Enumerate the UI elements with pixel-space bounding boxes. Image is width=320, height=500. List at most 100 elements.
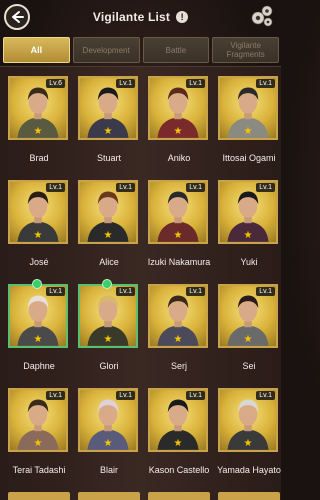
- gem-icon: [102, 279, 112, 289]
- tab-development[interactable]: Development: [72, 37, 140, 63]
- star-icon: ★: [103, 230, 113, 241]
- character-card[interactable]: Lv.1 ★ Yamada Hayato: [216, 384, 281, 488]
- character-card[interactable]: Lv.1 ★ Stuart: [76, 72, 138, 176]
- character-name: Blair: [99, 465, 118, 475]
- character-card[interactable]: Lv.1 ★ Serj: [146, 280, 208, 384]
- character-card[interactable]: Lv.1 ★ José: [6, 176, 68, 280]
- star-icon: ★: [33, 126, 43, 137]
- level-badge: Lv.6: [46, 79, 65, 88]
- character-name: Yamada Hayato: [217, 465, 281, 475]
- character-portrait: Lv.1 ★: [78, 76, 138, 140]
- character-portrait: Lv.1 ★: [148, 180, 208, 244]
- star-icon: ★: [173, 126, 183, 137]
- character-name: Glori: [99, 361, 119, 371]
- header-bar: Vigilante List !: [0, 0, 281, 34]
- star-icon: ★: [103, 126, 113, 137]
- character-card[interactable]: Lv.6 ★ Brad: [6, 72, 68, 176]
- character-name: Yuki: [240, 257, 258, 267]
- character-card[interactable]: Lv.1 ★ Ittosai Ogami: [216, 72, 278, 176]
- level-badge: Lv.1: [186, 79, 205, 88]
- settings-button[interactable]: [249, 3, 275, 29]
- filter-tabs: All Development Battle Vigilante Fragmen…: [3, 37, 279, 63]
- character-name: Alice: [99, 257, 119, 267]
- star-icon: ★: [33, 438, 43, 449]
- character-card[interactable]: Lv.1 ★ Daphne: [6, 279, 68, 384]
- card-peek: [218, 492, 280, 500]
- character-portrait: Lv.1 ★: [218, 284, 278, 348]
- card-peek: [78, 492, 140, 500]
- card-peek: [8, 492, 70, 500]
- character-card[interactable]: Lv.1 ★ Yuki: [216, 176, 278, 280]
- card-peek: [148, 492, 210, 500]
- character-name: Terai Tadashi: [12, 465, 66, 475]
- level-badge: Lv.1: [186, 183, 205, 192]
- next-row-peek: [0, 492, 281, 500]
- character-portrait: Lv.1 ★: [148, 388, 208, 452]
- level-badge: Lv.1: [116, 391, 135, 400]
- character-portrait: Lv.1 ★: [78, 388, 138, 452]
- level-badge: Lv.1: [186, 391, 205, 400]
- character-name: Ittosai Ogami: [222, 153, 276, 163]
- character-portrait: Lv.1 ★: [148, 284, 208, 348]
- character-portrait: Lv.6 ★: [8, 76, 68, 140]
- character-name: Izuki Nakamura: [147, 257, 211, 267]
- character-portrait: Lv.1 ★: [78, 284, 138, 348]
- level-badge: Lv.1: [46, 391, 65, 400]
- character-card[interactable]: Lv.1 ★ Aniko: [146, 72, 208, 176]
- character-grid: Lv.6 ★ Brad Lv.1 ★ Stuart Lv.1 ★ Aniko Lv.1 ★ Ittos…: [6, 72, 281, 488]
- page-title: Vigilante List: [92, 10, 171, 24]
- back-arrow-icon: [12, 11, 24, 23]
- star-icon: ★: [33, 334, 43, 345]
- character-name: Aniko: [167, 153, 191, 163]
- star-icon: ★: [33, 230, 43, 241]
- tab-vigilante-fragments[interactable]: Vigilante Fragments: [212, 37, 279, 63]
- tab-all[interactable]: All: [3, 37, 70, 63]
- info-icon[interactable]: !: [176, 11, 189, 23]
- character-name: Brad: [29, 153, 49, 163]
- character-portrait: Lv.1 ★: [8, 284, 68, 348]
- character-card[interactable]: Lv.1 ★ Terai Tadashi: [6, 384, 68, 488]
- star-icon: ★: [103, 438, 113, 449]
- character-name: Daphne: [23, 361, 55, 371]
- star-icon: ★: [173, 438, 183, 449]
- level-badge: Lv.1: [256, 183, 275, 192]
- star-icon: ★: [173, 334, 183, 345]
- character-name: Sei: [242, 361, 256, 371]
- character-name: José: [29, 257, 49, 267]
- character-portrait: Lv.1 ★: [148, 76, 208, 140]
- character-card[interactable]: Lv.1 ★ Izuki Nakamura: [146, 176, 210, 280]
- character-card[interactable]: Lv.1 ★ Glori: [76, 279, 138, 384]
- character-card[interactable]: Lv.1 ★ Kason Castello: [146, 384, 209, 488]
- level-badge: Lv.1: [256, 79, 275, 88]
- level-badge: Lv.1: [186, 287, 205, 296]
- character-card[interactable]: Lv.1 ★ Sei: [216, 280, 278, 384]
- level-badge: Lv.1: [256, 391, 275, 400]
- character-portrait: Lv.1 ★: [218, 388, 278, 452]
- star-icon: ★: [103, 334, 113, 345]
- character-portrait: Lv.1 ★: [218, 180, 278, 244]
- character-portrait: Lv.1 ★: [218, 76, 278, 140]
- character-portrait: Lv.1 ★: [8, 388, 68, 452]
- star-icon: ★: [243, 438, 253, 449]
- character-portrait: Lv.1 ★: [78, 180, 138, 244]
- level-badge: Lv.1: [116, 79, 135, 88]
- star-icon: ★: [243, 230, 253, 241]
- character-name: Stuart: [96, 153, 121, 163]
- level-badge: Lv.1: [256, 287, 275, 296]
- tab-battle[interactable]: Battle: [142, 37, 210, 63]
- character-card[interactable]: Lv.1 ★ Blair: [76, 384, 138, 488]
- character-name: Serj: [170, 361, 187, 371]
- star-icon: ★: [243, 126, 253, 137]
- level-badge: Lv.1: [116, 183, 135, 192]
- gem-icon: [32, 279, 42, 289]
- back-button[interactable]: [4, 4, 30, 30]
- level-badge: Lv.1: [46, 287, 65, 296]
- gear-icon: [251, 5, 273, 27]
- level-badge: Lv.1: [46, 183, 65, 192]
- character-card[interactable]: Lv.1 ★ Alice: [76, 176, 138, 280]
- level-badge: Lv.1: [116, 287, 135, 296]
- star-icon: ★: [243, 334, 253, 345]
- character-name: Kason Castello: [148, 465, 210, 475]
- star-icon: ★: [173, 230, 183, 241]
- character-portrait: Lv.1 ★: [8, 180, 68, 244]
